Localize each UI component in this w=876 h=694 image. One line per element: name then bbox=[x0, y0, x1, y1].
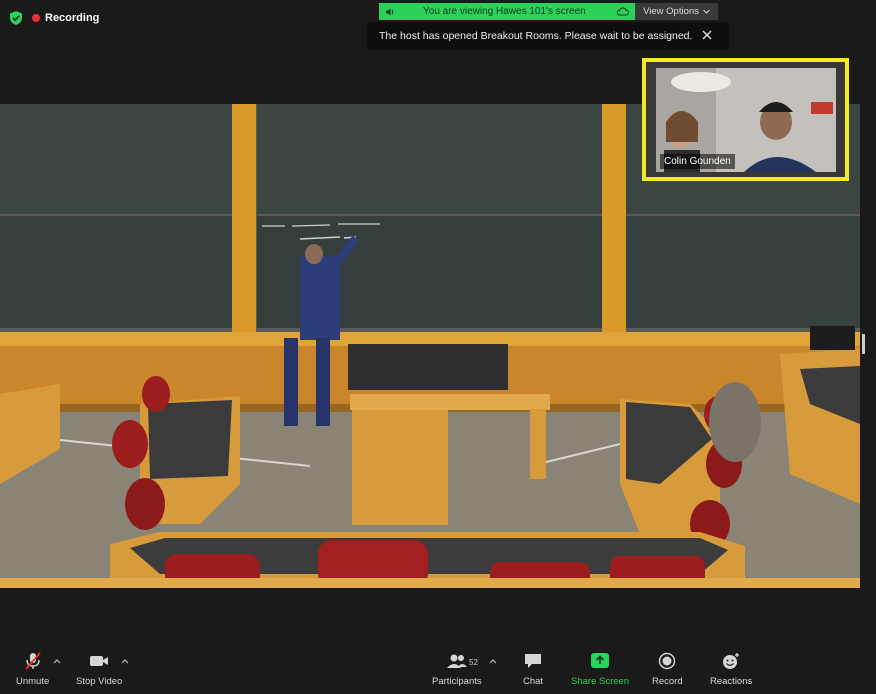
panel-resize-handle[interactable] bbox=[862, 334, 865, 354]
record-button[interactable]: Record bbox=[652, 652, 683, 687]
stop-video-button[interactable]: Stop Video bbox=[76, 652, 122, 687]
reactions-button[interactable]: Reactions bbox=[710, 652, 752, 687]
share-screen-button[interactable]: Share Screen bbox=[571, 652, 629, 687]
chevron-down-icon bbox=[703, 9, 710, 14]
chat-button[interactable]: Chat bbox=[522, 652, 544, 687]
recording-label: Recording bbox=[45, 12, 100, 24]
cloud-icon bbox=[616, 7, 629, 16]
participants-icon bbox=[446, 654, 467, 668]
view-options-label: View Options bbox=[643, 6, 699, 17]
recording-indicator[interactable]: Recording bbox=[32, 12, 99, 24]
record-label: Record bbox=[652, 676, 683, 687]
chat-icon bbox=[525, 654, 541, 668]
chat-label: Chat bbox=[522, 676, 544, 687]
video-camera-icon bbox=[90, 656, 109, 666]
meeting-toolbar: Unmute Stop Video Participants 52 Chat S… bbox=[0, 646, 876, 694]
smiley-icon bbox=[723, 653, 740, 669]
unmute-label: Unmute bbox=[16, 676, 50, 687]
breakout-notification: The host has opened Breakout Rooms. Plea… bbox=[367, 22, 729, 50]
unmute-button[interactable]: Unmute bbox=[16, 652, 49, 687]
video-options-chevron-icon[interactable] bbox=[121, 658, 129, 664]
reactions-label: Reactions bbox=[710, 676, 753, 687]
speaker-icon bbox=[386, 8, 394, 15]
recording-dot-icon bbox=[32, 14, 40, 22]
record-icon bbox=[659, 652, 676, 670]
participants-label: Participants bbox=[432, 676, 482, 687]
share-screen-label: Share Screen bbox=[571, 676, 630, 687]
stop-video-label: Stop Video bbox=[76, 676, 123, 687]
viewing-indicator: You are viewing Hawes 101's screen bbox=[379, 3, 635, 20]
recording-status: Recording bbox=[8, 10, 99, 26]
participants-count: 52 bbox=[469, 658, 478, 667]
audio-options-chevron-icon[interactable] bbox=[53, 658, 61, 664]
participants-options-chevron-icon[interactable] bbox=[489, 658, 497, 664]
view-options-button[interactable]: View Options bbox=[635, 3, 718, 20]
participant-name: Colin Gounden bbox=[660, 154, 735, 169]
muted-microphone-icon bbox=[24, 652, 41, 670]
notification-text: The host has opened Breakout Rooms. Plea… bbox=[379, 30, 693, 42]
screen-share-banner: You are viewing Hawes 101's screen View … bbox=[379, 3, 718, 20]
shield-icon bbox=[10, 11, 22, 25]
participant-video-tile[interactable]: Colin Gounden bbox=[642, 58, 849, 181]
share-screen-icon bbox=[591, 653, 610, 668]
viewing-text: You are viewing Hawes 101's screen bbox=[423, 6, 586, 17]
close-icon[interactable] bbox=[701, 29, 713, 41]
